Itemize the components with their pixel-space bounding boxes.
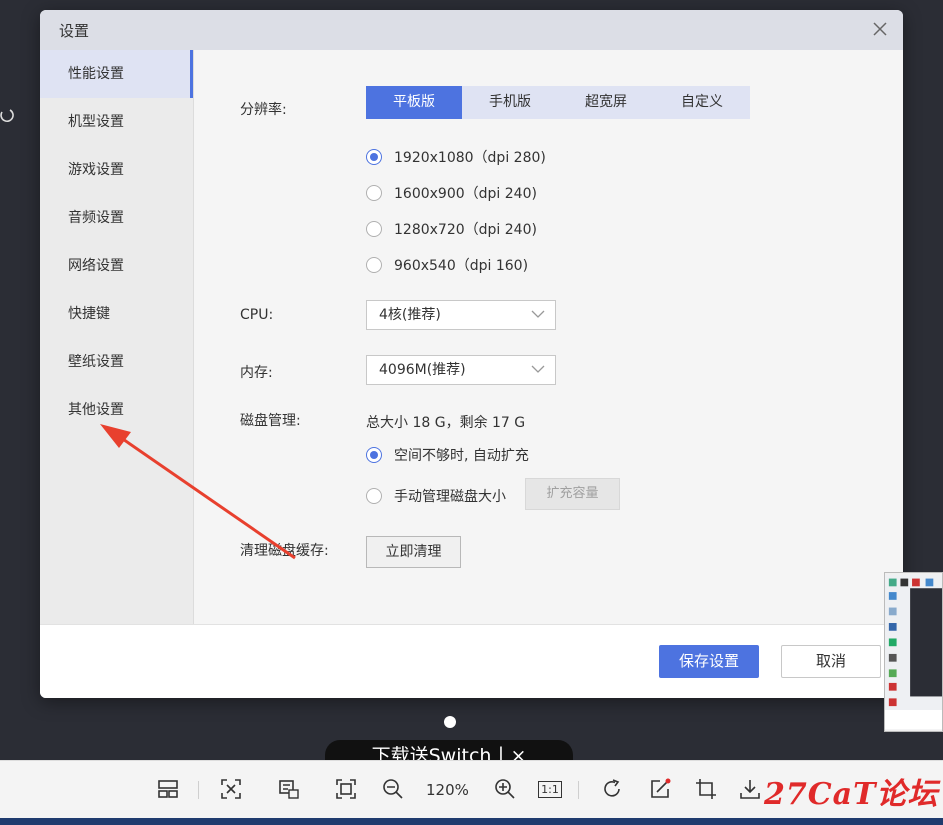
- zoom-out-icon: [383, 779, 403, 799]
- resolution-option-960[interactable]: 960x540（dpi 160): [366, 255, 528, 275]
- radio-button[interactable]: [366, 488, 382, 504]
- sidebar-item-audio[interactable]: 音频设置: [40, 194, 193, 242]
- toolbar-divider: [578, 781, 579, 799]
- radio-button[interactable]: [366, 221, 382, 237]
- fit-screen-button[interactable]: [332, 775, 360, 803]
- disk-auto-option[interactable]: 空间不够时, 自动扩充: [366, 445, 529, 465]
- image-viewer-toolbar: 120% 1:1 27CaT论坛: [0, 760, 943, 819]
- resolution-option-label: 1920x1080（dpi 280): [394, 150, 546, 166]
- disk-manual-label: 手动管理磁盘大小: [394, 489, 506, 505]
- taskbar-edge: [0, 818, 943, 825]
- radio-button[interactable]: [366, 185, 382, 201]
- fit-screen-icon: [336, 779, 356, 799]
- resolution-option-label: 1600x900（dpi 240): [394, 186, 537, 202]
- zoom-out-button[interactable]: [379, 775, 407, 803]
- actual-size-button[interactable]: 1:1: [536, 775, 564, 803]
- toolbar-divider: [198, 781, 199, 799]
- cache-label: 清理磁盘缓存:: [240, 543, 329, 559]
- dialog-title: 设置: [59, 21, 90, 40]
- actual-size-icon: 1:1: [538, 780, 562, 798]
- close-button[interactable]: [869, 18, 891, 40]
- zoom-level: 120%: [426, 781, 469, 799]
- disk-info: 总大小 18 G，剩余 17 G: [366, 415, 526, 431]
- ocr-button[interactable]: [275, 775, 303, 803]
- forum-watermark: 27CaT论坛: [764, 777, 939, 812]
- tab-phone[interactable]: 手机版: [462, 86, 558, 119]
- settings-sidebar: 性能设置 机型设置 游戏设置 音频设置 网络设置 快捷键 壁纸设置 其他设置: [40, 50, 194, 624]
- resolution-option-1600[interactable]: 1600x900（dpi 240): [366, 183, 537, 203]
- sidebar-item-other[interactable]: 其他设置: [40, 386, 193, 434]
- rotate-button[interactable]: [598, 775, 626, 803]
- screenshot-button[interactable]: [217, 775, 245, 803]
- screenshot-icon: [221, 779, 241, 799]
- refresh-icon: [0, 109, 14, 123]
- resolution-option-label: 960x540（dpi 160): [394, 258, 529, 274]
- page-indicator-dot: [444, 716, 456, 728]
- clean-now-button[interactable]: 立即清理: [366, 536, 461, 568]
- memory-label: 内存:: [240, 365, 273, 381]
- close-icon: [873, 22, 887, 36]
- chevron-down-icon: [531, 310, 545, 318]
- disk-manual-option[interactable]: 手动管理磁盘大小: [366, 486, 506, 506]
- sidebar-item-shortcuts[interactable]: 快捷键: [40, 290, 193, 338]
- cpu-select-value: 4核(推荐): [379, 307, 441, 323]
- edit-icon: [651, 778, 671, 798]
- text-extract-icon: [279, 780, 299, 799]
- radio-button[interactable]: [366, 257, 382, 273]
- cpu-label: CPU:: [240, 307, 274, 323]
- crop-button[interactable]: [692, 775, 720, 803]
- crop-icon: [696, 779, 716, 799]
- zoom-in-icon: [495, 779, 515, 799]
- performance-panel: 分辨率: 平板版 手机版 超宽屏 自定义 1920x1080（dpi 280) …: [194, 50, 903, 624]
- resolution-option-1920[interactable]: 1920x1080（dpi 280): [366, 147, 546, 167]
- tab-custom[interactable]: 自定义: [654, 86, 750, 119]
- chevron-down-icon: [531, 365, 545, 373]
- save-button[interactable]: 保存设置: [659, 645, 759, 678]
- sidebar-item-wallpaper[interactable]: 壁纸设置: [40, 338, 193, 386]
- memory-select[interactable]: 4096M(推荐): [366, 355, 556, 385]
- resolution-option-1280[interactable]: 1280x720（dpi 240): [366, 219, 537, 239]
- dialog-footer: 保存设置 取消: [40, 624, 903, 698]
- dialog-titlebar: 设置: [40, 10, 903, 50]
- edit-button[interactable]: [646, 775, 674, 803]
- radio-button[interactable]: [366, 149, 382, 165]
- layout-button[interactable]: [154, 775, 182, 803]
- expand-capacity-button: 扩充容量: [525, 478, 620, 510]
- download-icon: [740, 780, 760, 799]
- zoom-in-button[interactable]: [491, 775, 519, 803]
- sidebar-item-device-model[interactable]: 机型设置: [40, 98, 193, 146]
- resolution-option-label: 1280x720（dpi 240): [394, 222, 537, 238]
- download-button[interactable]: [736, 775, 764, 803]
- cancel-button[interactable]: 取消: [781, 645, 881, 678]
- tab-tablet[interactable]: 平板版: [366, 86, 462, 119]
- resolution-tabs: 平板版 手机版 超宽屏 自定义: [366, 86, 750, 119]
- tab-ultrawide[interactable]: 超宽屏: [558, 86, 654, 119]
- disk-label: 磁盘管理:: [240, 413, 301, 429]
- layout-icon: [158, 780, 178, 798]
- desktop-thumbnail[interactable]: [884, 572, 943, 732]
- memory-select-value: 4096M(推荐): [379, 362, 466, 378]
- settings-dialog: 设置 性能设置 机型设置 游戏设置 音频设置 网络设置 快捷键 壁纸设置 其他设…: [40, 10, 903, 698]
- resolution-label: 分辨率:: [240, 102, 287, 118]
- disk-auto-label: 空间不够时, 自动扩充: [394, 448, 529, 464]
- sidebar-item-game[interactable]: 游戏设置: [40, 146, 193, 194]
- radio-button[interactable]: [366, 447, 382, 463]
- rotate-icon: [604, 779, 620, 797]
- sidebar-item-performance[interactable]: 性能设置: [40, 50, 193, 98]
- sidebar-item-network[interactable]: 网络设置: [40, 242, 193, 290]
- cpu-select[interactable]: 4核(推荐): [366, 300, 556, 330]
